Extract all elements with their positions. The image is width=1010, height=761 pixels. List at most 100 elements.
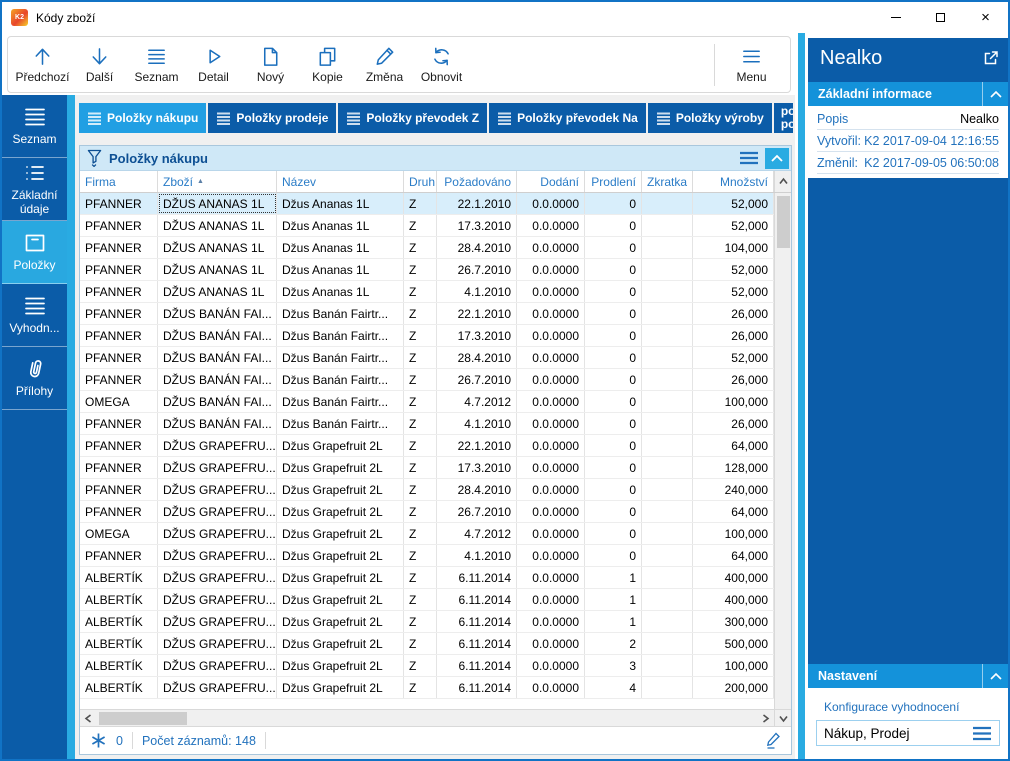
column-header[interactable]: Množství [693, 171, 774, 192]
column-header[interactable]: Název [277, 171, 404, 192]
collapse-panel-button[interactable] [765, 148, 789, 169]
popout-button[interactable] [983, 50, 999, 71]
horizontal-scrollbar-track[interactable] [97, 710, 757, 726]
filter-icon[interactable] [87, 149, 102, 167]
sidebar-item-polozky[interactable]: Položky [2, 221, 67, 284]
collapse-section-button[interactable] [982, 82, 1008, 106]
refresh-button[interactable]: Obnovit [413, 39, 470, 91]
refresh-label: Obnovit [421, 70, 462, 84]
maximize-button[interactable] [918, 2, 963, 33]
main-area: Položky nákupu Položky prodeje Položky p… [75, 95, 795, 759]
table-row[interactable]: ALBERTÍKDŽUS GRAPEFRU...Džus Grapefruit … [80, 567, 774, 589]
table-cell: 0.0.0000 [517, 545, 585, 566]
new-button[interactable]: Nový [242, 39, 299, 91]
tab-list-icon [656, 112, 671, 125]
next-button[interactable]: Další [71, 39, 128, 91]
table-cell: Z [404, 523, 437, 544]
table-row[interactable]: PFANNERDŽUS BANÁN FAI...Džus Banán Fairt… [80, 369, 774, 391]
table-cell: 500,000 [693, 633, 774, 654]
sidebar-item-zakladni-udaje[interactable]: Základní údaje [2, 158, 67, 221]
table-cell: 0.0.0000 [517, 479, 585, 500]
column-header[interactable]: Zkratka [642, 171, 693, 192]
horizontal-scrollbar-thumb[interactable] [99, 712, 187, 725]
vertical-scrollbar-thumb[interactable] [777, 196, 790, 248]
tab-polozky-prodeje[interactable]: Položky prodeje [208, 103, 336, 133]
table-cell: ALBERTÍK [80, 567, 158, 588]
table-row[interactable]: PFANNERDŽUS ANANAS 1LDžus Ananas 1LZ22.1… [80, 193, 774, 215]
table-row[interactable]: ALBERTÍKDŽUS GRAPEFRU...Džus Grapefruit … [80, 677, 774, 699]
table-row[interactable]: ALBERTÍKDŽUS GRAPEFRU...Džus Grapefruit … [80, 611, 774, 633]
sidebar-item-label: Položky [13, 259, 55, 273]
previous-button[interactable]: Předchozí [14, 39, 71, 91]
column-header[interactable]: Požadováno [437, 171, 517, 192]
tab-list-icon [497, 112, 512, 125]
table-cell: 4 [585, 677, 642, 698]
column-header[interactable]: Dodání [517, 171, 585, 192]
table-row[interactable]: ALBERTÍKDŽUS GRAPEFRU...Džus Grapefruit … [80, 633, 774, 655]
table-cell [642, 523, 693, 544]
table-cell [642, 501, 693, 522]
close-button[interactable]: × [963, 2, 1008, 33]
section-nastaveni[interactable]: Nastavení [808, 664, 1008, 688]
section-zakladni-informace[interactable]: Základní informace [808, 82, 1008, 106]
right-panel: Nealko Základní informace Popis Nealko [808, 38, 1008, 759]
table-row[interactable]: PFANNERDŽUS GRAPEFRU...Džus Grapefruit 2… [80, 457, 774, 479]
table-row[interactable]: ALBERTÍKDŽUS GRAPEFRU...Džus Grapefruit … [80, 655, 774, 677]
scroll-right-button[interactable] [757, 710, 774, 727]
sidebar-item-seznam[interactable]: Seznam [2, 95, 67, 158]
column-header[interactable]: Prodlení [585, 171, 642, 192]
table-row[interactable]: PFANNERDŽUS GRAPEFRU...Džus Grapefruit 2… [80, 501, 774, 523]
detail-button[interactable]: Detail [185, 39, 242, 91]
configuration-label: Konfigurace vyhodnocení [824, 700, 1000, 714]
grid-menu-icon[interactable] [739, 151, 759, 165]
scroll-down-button[interactable] [774, 710, 791, 727]
table-row[interactable]: OMEGADŽUS BANÁN FAI...Džus Banán Fairtr.… [80, 391, 774, 413]
table-cell: DŽUS GRAPEFRU... [158, 501, 277, 522]
tab-polozky-po[interactable]: položky po [774, 103, 793, 133]
table-row[interactable]: PFANNERDŽUS ANANAS 1LDžus Ananas 1LZ4.1.… [80, 281, 774, 303]
tab-polozky-vyroby[interactable]: Položky výroby [648, 103, 772, 133]
table-row[interactable]: PFANNERDŽUS ANANAS 1LDžus Ananas 1LZ17.3… [80, 215, 774, 237]
configuration-value: Nákup, Prodej [824, 726, 910, 741]
tab-polozky-prevodek-z[interactable]: Položky převodek Z [338, 103, 487, 133]
section-title: Základní informace [818, 87, 932, 101]
sidebar-item-label: Základní údaje [4, 189, 65, 217]
edit-mode-icon[interactable] [765, 732, 781, 749]
table-cell: 26,000 [693, 369, 774, 390]
table-cell: PFANNER [80, 545, 158, 566]
table-row[interactable]: PFANNERDŽUS BANÁN FAI...Džus Banán Fairt… [80, 413, 774, 435]
scroll-up-button[interactable] [774, 171, 791, 192]
table-row[interactable]: PFANNERDŽUS BANÁN FAI...Džus Banán Fairt… [80, 347, 774, 369]
edit-button[interactable]: Změna [356, 39, 413, 91]
table-row[interactable]: OMEGADŽUS GRAPEFRU...Džus Grapefruit 2LZ… [80, 523, 774, 545]
column-header[interactable]: Druh [404, 171, 437, 192]
menu-button[interactable]: Menu [723, 39, 780, 91]
table-cell: 100,000 [693, 391, 774, 412]
tab-polozky-prevodek-na[interactable]: Položky převodek Na [489, 103, 646, 133]
vertical-scrollbar[interactable] [774, 193, 791, 709]
collapse-section-button[interactable] [982, 664, 1008, 688]
column-header[interactable]: Firma [80, 171, 158, 192]
table-row[interactable]: PFANNERDŽUS BANÁN FAI...Džus Banán Fairt… [80, 325, 774, 347]
table-cell: 400,000 [693, 567, 774, 588]
table-row[interactable]: PFANNERDŽUS ANANAS 1LDžus Ananas 1LZ26.7… [80, 259, 774, 281]
table-cell: 6.11.2014 [437, 589, 517, 610]
table-row[interactable]: ALBERTÍKDŽUS GRAPEFRU...Džus Grapefruit … [80, 589, 774, 611]
configuration-select[interactable]: Nákup, Prodej [816, 720, 1000, 746]
table-cell: PFANNER [80, 479, 158, 500]
table-row[interactable]: PFANNERDŽUS ANANAS 1LDžus Ananas 1LZ28.4… [80, 237, 774, 259]
table-row[interactable]: PFANNERDŽUS GRAPEFRU...Džus Grapefruit 2… [80, 479, 774, 501]
minimize-button[interactable] [873, 2, 918, 33]
sidebar-item-prilohy[interactable]: Přílohy [2, 347, 67, 410]
table-row[interactable]: PFANNERDŽUS BANÁN FAI...Džus Banán Fairt… [80, 303, 774, 325]
tab-polozky-nakupu[interactable]: Položky nákupu [79, 103, 206, 133]
table-row[interactable]: PFANNERDŽUS GRAPEFRU...Džus Grapefruit 2… [80, 545, 774, 567]
scroll-left-button[interactable] [80, 710, 97, 727]
list-button[interactable]: Seznam [128, 39, 185, 91]
table-row[interactable]: PFANNERDŽUS GRAPEFRU...Džus Grapefruit 2… [80, 435, 774, 457]
sidebar-item-vyhodnoceni[interactable]: Vyhodn... [2, 284, 67, 347]
tab-label: Položky nákupu [107, 111, 198, 125]
copy-button[interactable]: Kopie [299, 39, 356, 91]
horizontal-scrollbar[interactable] [80, 709, 791, 726]
column-header[interactable]: Zboží▲ [158, 171, 277, 192]
